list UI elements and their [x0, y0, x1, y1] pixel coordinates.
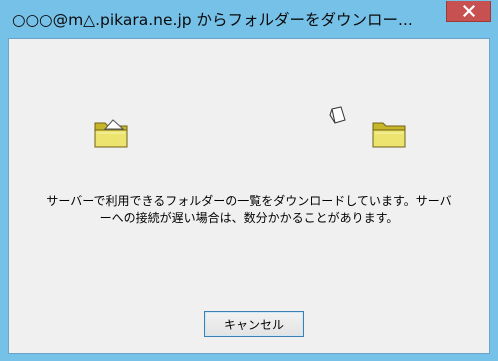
- download-folder-list-dialog: ○○○@m△.pikara.ne.jp からフォルダーをダウンロー... サーバ…: [0, 0, 498, 361]
- close-icon: [463, 5, 475, 17]
- cancel-button[interactable]: キャンセル: [204, 311, 304, 337]
- source-folder-icon: [94, 119, 128, 148]
- window-title: ○○○@m△.pikara.ne.jp からフォルダーをダウンロー...: [12, 11, 413, 29]
- destination-folder-icon: [372, 122, 406, 148]
- flying-document-icon: [329, 106, 346, 124]
- close-button[interactable]: [446, 1, 491, 22]
- progress-message: サーバーで利用できるフォルダーの一覧をダウンロードしています。サーバ ーへの接続…: [9, 193, 489, 227]
- dialog-body: サーバーで利用できるフォルダーの一覧をダウンロードしています。サーバ ーへの接続…: [8, 38, 490, 354]
- title-bar[interactable]: ○○○@m△.pikara.ne.jp からフォルダーをダウンロー...: [0, 0, 498, 38]
- message-line-2: ーへの接続が遅い場合は、数分かかることがあります。: [99, 211, 399, 225]
- message-line-1: サーバーで利用できるフォルダーの一覧をダウンロードしています。サーバ: [46, 194, 452, 208]
